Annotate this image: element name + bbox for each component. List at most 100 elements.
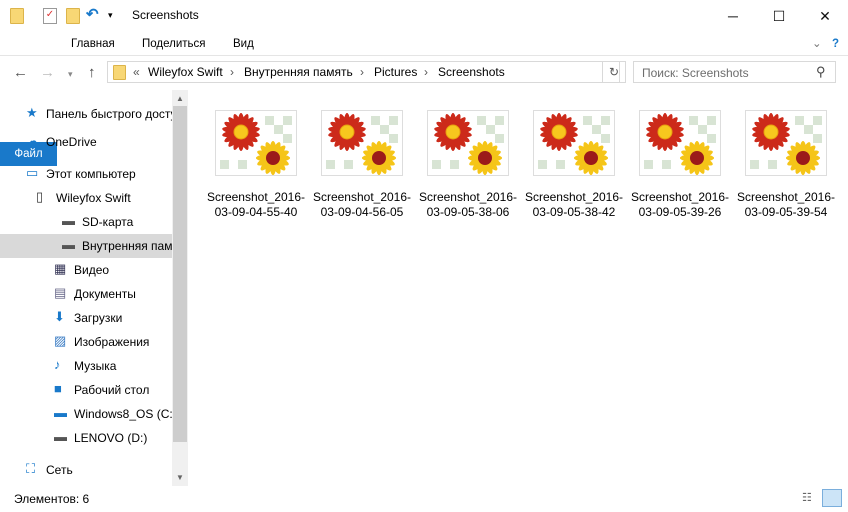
file-item[interactable]: Screenshot_2016- 03-09-05-39-54 xyxy=(734,110,838,220)
drive-icon: ▬ xyxy=(62,213,75,228)
sidebar-item[interactable]: ⬇ Загрузки xyxy=(0,306,172,330)
sidebar-item[interactable]: ▬ SD-карта xyxy=(0,210,172,234)
breadcrumb-overflow[interactable]: « xyxy=(133,65,140,79)
chevron-right-icon[interactable]: › xyxy=(360,65,364,79)
video-icon: ▦ xyxy=(54,261,67,276)
sidebar-item[interactable]: ★ Панель быстрого доступа xyxy=(0,102,172,126)
music-icon: ♪ xyxy=(54,357,61,372)
search-icon[interactable]: ⚲ xyxy=(816,64,826,80)
ribbon-tabs: Файл Главная Поделиться Вид ⌄ ? xyxy=(0,32,848,166)
details-view-icon[interactable]: ☷ xyxy=(802,491,818,505)
windows-drive-icon: ▬ xyxy=(54,405,67,420)
file-name-line: Screenshot_2016- xyxy=(418,190,518,204)
sidebar-item[interactable]: ▨ Изображения xyxy=(0,330,172,354)
folder-icon xyxy=(10,8,24,24)
file-name-line: Screenshot_2016- xyxy=(524,190,624,204)
title-bar: ✓ ↶ ▾ Screenshots ─ ☐ ✕ xyxy=(0,0,848,32)
help-icon[interactable]: ? xyxy=(818,32,848,56)
sidebar-item[interactable]: ⛶ Сеть xyxy=(0,458,172,482)
large-icons-view-icon[interactable] xyxy=(822,489,842,507)
scroll-up-icon[interactable]: ▲ xyxy=(172,94,188,103)
minimize-button[interactable]: ─ xyxy=(710,0,756,32)
undo-icon[interactable]: ↶ xyxy=(86,5,100,23)
sidebar-item[interactable]: ▬ Внутренняя память xyxy=(0,234,172,258)
file-item[interactable]: Screenshot_2016- 03-09-05-38-42 xyxy=(522,110,626,220)
new-folder-icon[interactable] xyxy=(66,8,80,24)
refresh-icon[interactable]: ↻ xyxy=(602,61,626,83)
customize-quick-access-icon[interactable]: ▾ xyxy=(108,10,122,26)
file-name: Screenshot_2016- 03-09-05-38-42 xyxy=(522,190,626,220)
maximize-button[interactable]: ☐ xyxy=(756,0,802,32)
file-name: Screenshot_2016- 03-09-04-56-05 xyxy=(310,190,414,220)
sidebar-item-label: Изображения xyxy=(74,335,150,349)
sidebar-item[interactable]: ▬ Windows8_OS (C:) xyxy=(0,402,172,426)
sidebar-item[interactable]: ▦ Видео xyxy=(0,258,172,282)
chevron-right-icon[interactable]: › xyxy=(230,65,234,79)
file-item[interactable]: Screenshot_2016- 03-09-04-55-40 xyxy=(204,110,308,220)
breadcrumb-screenshots[interactable]: Screenshots xyxy=(438,65,505,79)
image-thumbnail-icon xyxy=(628,110,732,176)
sidebar-item[interactable]: ♪ Музыка xyxy=(0,354,172,378)
download-icon: ⬇ xyxy=(54,309,65,324)
sidebar-item-label: Рабочий стол xyxy=(74,383,150,397)
star-icon: ★ xyxy=(26,105,38,120)
status-item-count: Элементов: 6 xyxy=(14,492,90,506)
cloud-icon: ☁ xyxy=(26,133,39,148)
search-input[interactable]: Поиск: Screenshots ⚲ xyxy=(633,61,836,83)
image-thumbnail-icon xyxy=(522,110,626,176)
sidebar-item-label: LENOVO (D:) xyxy=(74,431,148,445)
sidebar-item[interactable]: ▤ Документы xyxy=(0,282,172,306)
window-title: Screenshots xyxy=(132,8,199,22)
breadcrumb-wileyfox[interactable]: Wileyfox Swift xyxy=(148,65,223,79)
file-name: Screenshot_2016- 03-09-05-38-06 xyxy=(416,190,520,220)
sidebar-item-label: Этот компьютер xyxy=(46,167,136,181)
close-button[interactable]: ✕ xyxy=(802,0,848,32)
sidebar-item-label: Wileyfox Swift xyxy=(56,191,131,205)
sidebar-item-label: Внутренняя память xyxy=(82,239,172,253)
tab-share[interactable]: Поделиться xyxy=(128,32,220,56)
file-name-line: 03-09-05-38-06 xyxy=(426,205,510,219)
sidebar-item-label: Windows8_OS (C:) xyxy=(74,407,172,421)
sidebar-item[interactable]: ☁ OneDrive xyxy=(0,130,172,154)
forward-icon[interactable]: → xyxy=(40,64,55,81)
sidebar-item-label: Документы xyxy=(74,287,136,301)
file-name-line: 03-09-04-56-05 xyxy=(320,205,404,219)
computer-icon: ▭ xyxy=(26,165,39,180)
file-item[interactable]: Screenshot_2016- 03-09-05-38-06 xyxy=(416,110,520,220)
breadcrumb-internal[interactable]: Внутренняя память xyxy=(244,65,353,79)
sidebar-item[interactable]: ■ Рабочий стол xyxy=(0,378,172,402)
image-thumbnail-icon xyxy=(416,110,520,176)
address-bar[interactable]: « Wileyfox Swift › Внутренняя память › P… xyxy=(107,61,620,83)
up-icon[interactable]: ↑ xyxy=(88,64,96,81)
recent-locations-icon[interactable]: ▾ xyxy=(68,69,73,80)
sidebar-item-label: Музыка xyxy=(74,359,117,373)
scrollbar-thumb[interactable] xyxy=(173,106,187,442)
tab-view[interactable]: Вид xyxy=(219,32,268,56)
sidebar-item-label: OneDrive xyxy=(46,135,97,149)
drive-icon: ▬ xyxy=(54,429,67,444)
search-placeholder: Поиск: Screenshots xyxy=(642,66,749,80)
file-name: Screenshot_2016- 03-09-04-55-40 xyxy=(204,190,308,220)
breadcrumb-pictures[interactable]: Pictures xyxy=(374,65,417,79)
tab-home[interactable]: Главная xyxy=(57,32,129,56)
folder-icon xyxy=(113,65,126,80)
sidebar-item[interactable]: ▬ LENOVO (D:) xyxy=(0,426,172,450)
image-thumbnail-icon xyxy=(204,110,308,176)
image-thumbnail-icon xyxy=(734,110,838,176)
file-name-line: 03-09-05-39-26 xyxy=(638,205,722,219)
sidebar-item-label: Видео xyxy=(74,263,110,277)
chevron-right-icon[interactable]: › xyxy=(424,65,428,79)
image-thumbnail-icon xyxy=(310,110,414,176)
properties-icon[interactable]: ✓ xyxy=(43,8,57,24)
file-name-line: Screenshot_2016- xyxy=(736,190,836,204)
file-name-line: 03-09-04-55-40 xyxy=(214,205,298,219)
scroll-down-icon[interactable]: ▼ xyxy=(172,473,188,482)
sidebar-item[interactable]: ▭ Этот компьютер xyxy=(0,162,172,186)
file-name: Screenshot_2016- 03-09-05-39-54 xyxy=(734,190,838,220)
back-icon[interactable]: ← xyxy=(13,64,28,81)
file-item[interactable]: Screenshot_2016- 03-09-05-39-26 xyxy=(628,110,732,220)
file-item[interactable]: Screenshot_2016- 03-09-04-56-05 xyxy=(310,110,414,220)
sidebar-item-label: Загрузки xyxy=(74,311,123,325)
sidebar-item[interactable]: ▯ Wileyfox Swift xyxy=(0,186,172,210)
phone-icon: ▯ xyxy=(36,189,44,204)
